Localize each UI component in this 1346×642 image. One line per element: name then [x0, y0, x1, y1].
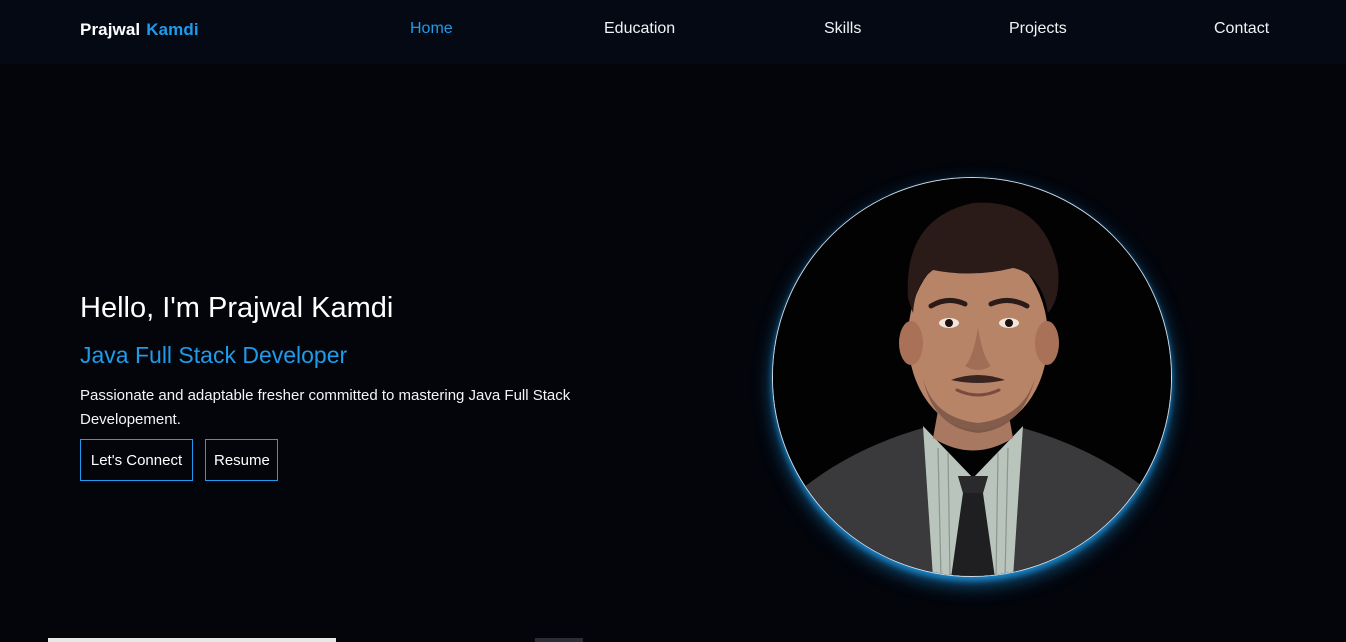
nav-contact[interactable]: Contact [1214, 20, 1269, 38]
brand-logo[interactable]: Prajwal Kamdi [80, 20, 199, 40]
lets-connect-button[interactable]: Let's Connect [80, 439, 193, 481]
hero-title: Hello, I'm Prajwal Kamdi [80, 292, 394, 324]
nav-skills[interactable]: Skills [824, 20, 861, 38]
nav-projects[interactable]: Projects [1009, 20, 1067, 38]
hero-description: Passionate and adaptable fresher committ… [80, 387, 571, 428]
bottom-scroll-strip [48, 638, 336, 642]
hero-role: Java Full Stack Developer [80, 342, 348, 368]
brand-first-name: Prajwal [80, 20, 141, 39]
bottom-scroll-marker [535, 638, 583, 642]
resume-button[interactable]: Resume [205, 439, 278, 481]
nav-home[interactable]: Home [410, 20, 453, 38]
brand-last-name: Kamdi [146, 20, 199, 39]
navbar: Prajwal Kamdi Home Education Skills Proje… [0, 0, 1346, 64]
nav-education[interactable]: Education [604, 20, 675, 38]
profile-photo [772, 177, 1172, 577]
profile-portrait-icon [773, 178, 1171, 576]
